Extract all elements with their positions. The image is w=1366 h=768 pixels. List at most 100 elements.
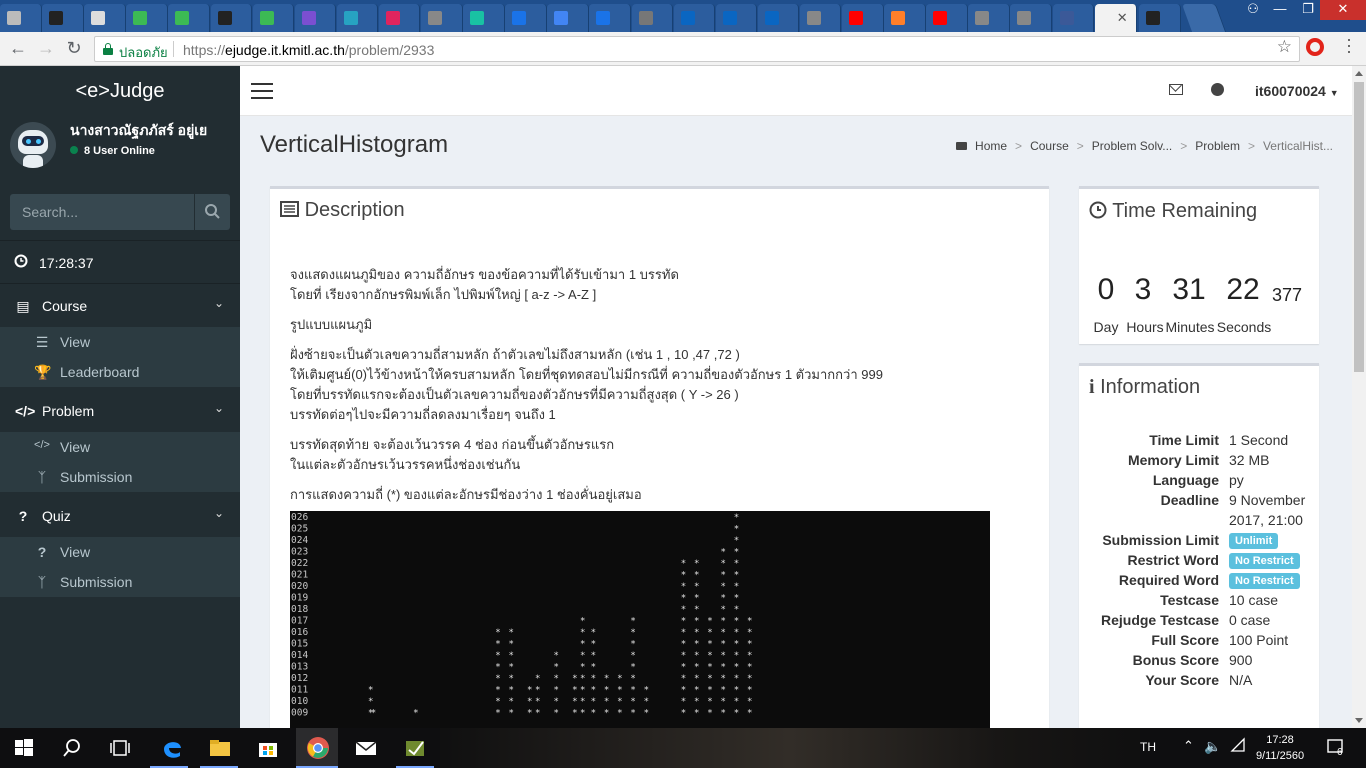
browser-tab[interactable]: [505, 4, 547, 32]
browser-tab[interactable]: [210, 4, 253, 32]
browser-tab[interactable]: [799, 4, 842, 32]
search-icon[interactable]: [60, 736, 84, 760]
restore-button[interactable]: ❐: [1294, 0, 1322, 20]
mail-icon[interactable]: [354, 736, 378, 760]
search-input[interactable]: [10, 194, 194, 230]
file-explorer-icon[interactable]: [208, 736, 232, 760]
browser-tab[interactable]: [421, 4, 463, 32]
notification-icon[interactable]: [1326, 737, 1346, 760]
time-remaining-box: Time Remaining 0 3 31 22 377 Day Hours M…: [1079, 186, 1319, 344]
task-view-icon[interactable]: [108, 736, 132, 760]
breadcrumb-problem[interactable]: Problem: [1195, 139, 1240, 153]
histogram-star: *: [707, 709, 712, 719]
browser-tab[interactable]: [84, 4, 126, 32]
time-remaining-title: Time Remaining: [1089, 199, 1257, 223]
volume-icon[interactable]: 🔈: [1204, 738, 1221, 755]
mail-icon[interactable]: [1169, 84, 1183, 95]
browser-tab[interactable]: [884, 4, 926, 32]
new-tab-button[interactable]: [1181, 4, 1226, 32]
histogram-star: *: [554, 651, 559, 661]
browser-tab[interactable]: [589, 4, 631, 32]
opera-extension-icon[interactable]: [1306, 38, 1324, 56]
forward-button[interactable]: →: [34, 38, 58, 59]
search-button[interactable]: [194, 194, 230, 230]
sidebar-menu-course[interactable]: ▤ Course ⌄: [0, 286, 240, 326]
sidebar-menu-quiz[interactable]: ? Quiz ⌄: [0, 496, 240, 536]
browser-tab[interactable]: [126, 4, 168, 32]
browser-tab[interactable]: [842, 4, 884, 32]
breadcrumb-course[interactable]: Course: [1030, 139, 1069, 153]
browser-tab[interactable]: [1138, 4, 1181, 32]
browser-tab[interactable]: [378, 4, 421, 32]
browser-tab[interactable]: [0, 4, 42, 32]
browser-tab[interactable]: [294, 4, 337, 32]
sidebar-item-problem-submission[interactable]: ᛉ Submission: [0, 462, 240, 492]
sidebar-item-leaderboard[interactable]: 🏆 Leaderboard: [0, 357, 240, 387]
histogram-star: *: [681, 697, 686, 707]
browser-tab[interactable]: [168, 4, 210, 32]
store-icon[interactable]: [256, 736, 280, 760]
histogram-star: *: [591, 640, 596, 650]
browser-tab[interactable]: [715, 4, 758, 32]
browser-tab[interactable]: [42, 4, 84, 32]
windows-start-icon[interactable]: [12, 736, 36, 760]
histogram-star: *: [734, 617, 739, 627]
list-icon: ☰: [35, 334, 49, 350]
browser-tab[interactable]: [463, 4, 505, 32]
tab-favicon-icon: [1145, 11, 1160, 25]
windows-taskbar: TH ⌃ 🔈 17:28 9/11/2560 6: [0, 728, 1366, 768]
caret-down-icon: ▼: [1329, 88, 1339, 98]
browser-tab[interactable]: [547, 4, 589, 32]
sidebar-item-quiz-submission[interactable]: ᛉ Submission: [0, 567, 240, 597]
browser-tab[interactable]: [1052, 4, 1095, 32]
brand-logo[interactable]: <e>Judge: [0, 66, 240, 116]
page-scrollbar[interactable]: [1352, 66, 1366, 728]
edge-icon[interactable]: [160, 736, 184, 760]
browser-tab[interactable]: [757, 4, 800, 32]
wifi-icon[interactable]: [1230, 737, 1246, 756]
breadcrumb-problem-solving[interactable]: Problem Solv...: [1092, 139, 1172, 153]
tab-favicon-icon: [596, 11, 611, 25]
desc-line: ให้เติมศูนย์(0)ไว้ข้างหน้าให้ครบสามหลัก …: [290, 367, 883, 382]
taskbar-clock[interactable]: 17:28 9/11/2560: [1250, 732, 1310, 764]
quiz-submenu: ? View ᛉ Submission: [0, 537, 240, 597]
histogram-star: *: [580, 640, 585, 650]
browser-tab[interactable]: [631, 4, 674, 32]
histogram-star: *: [694, 582, 699, 592]
back-button[interactable]: ←: [6, 38, 30, 59]
tab-close-icon[interactable]: ✕: [1117, 10, 1128, 26]
breadcrumb: Home > Course > Problem Solv... > Problem > Vert…: [956, 139, 1333, 153]
browser-tab[interactable]: [1010, 4, 1052, 32]
histogram-star: *: [604, 697, 609, 707]
sidebar-menu-problem[interactable]: </> Problem ⌄: [0, 391, 240, 431]
menu-toggle-icon[interactable]: [251, 83, 273, 104]
chevron-down-icon: ⌄: [213, 401, 224, 415]
globe-icon[interactable]: [1211, 83, 1224, 96]
sidebar-item-quiz-view[interactable]: ? View: [0, 537, 240, 567]
histogram-star: *: [681, 640, 686, 650]
user-profile-icon[interactable]: ⚇: [1239, 0, 1267, 20]
sticky-app-icon[interactable]: [403, 736, 427, 760]
histogram-star: *: [734, 686, 739, 696]
input-language[interactable]: TH: [1140, 740, 1156, 754]
sidebar-item-problem-view[interactable]: </> View: [0, 432, 240, 462]
browser-menu-icon[interactable]: · · ·: [1344, 30, 1354, 60]
reload-button[interactable]: ↻: [62, 38, 86, 59]
browser-tab[interactable]: [968, 4, 1010, 32]
user-dropdown[interactable]: it60070024 ▼: [1255, 83, 1339, 99]
browser-tab[interactable]: [926, 4, 968, 32]
browser-tab[interactable]: [673, 4, 716, 32]
label-seconds: Seconds: [1216, 319, 1272, 335]
minimize-button[interactable]: —: [1266, 0, 1294, 20]
info-row: Required Word No Restrict: [1079, 572, 1319, 592]
breadcrumb-home[interactable]: Home: [975, 139, 1007, 153]
histogram-star: *: [580, 628, 585, 638]
browser-tab[interactable]: [252, 4, 295, 32]
url-field[interactable]: ปลอดภัย https://ejudge.it.kmitl.ac.th/pr…: [94, 36, 1300, 62]
chevron-up-icon[interactable]: ⌃: [1183, 738, 1194, 754]
active-browser-tab[interactable]: ✕: [1094, 4, 1137, 32]
bookmark-star-icon[interactable]: ☆: [1277, 37, 1292, 57]
browser-tab[interactable]: [336, 4, 379, 32]
window-close-button[interactable]: ✕: [1320, 0, 1366, 20]
sidebar-item-course-view[interactable]: ☰ View: [0, 327, 240, 357]
